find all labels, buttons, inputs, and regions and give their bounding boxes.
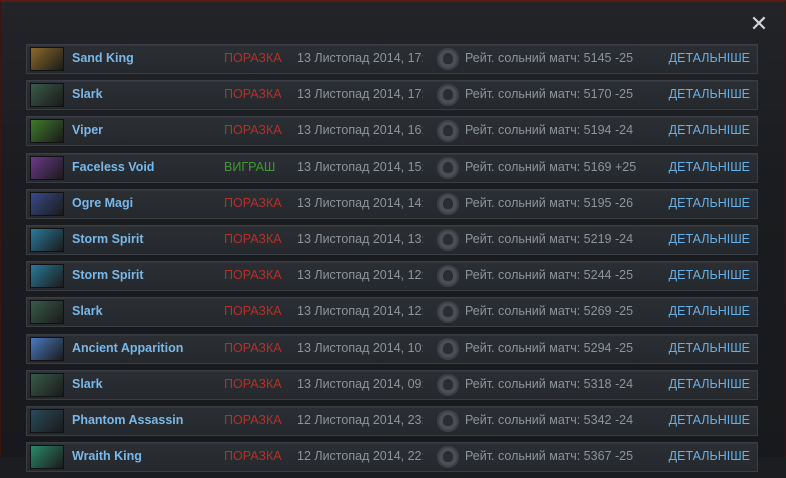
details-link[interactable]: ДЕТАЛЬНІШЕ (669, 341, 750, 355)
game-mode: Рейт. сольний матч: 5318 -24 (465, 376, 634, 391)
game-mode-icon (437, 337, 459, 360)
match-row[interactable]: Slark ПОРАЗКА 13 Листопад 2014, 12:11 Рейт.… (26, 297, 758, 328)
game-mode: Рейт. сольний матч: 5145 -25 (465, 51, 634, 65)
game-mode-icon (437, 84, 459, 107)
match-date: 13 Листопад 2014, 14:48 (297, 195, 423, 210)
hero-portrait (30, 300, 64, 325)
match-date: 13 Листопад 2014, 12:56 (297, 268, 423, 283)
hero-portrait (30, 408, 64, 433)
match-row[interactable]: Slark ПОРАЗКА 13 Листопад 2014, 09:59 Рейт.… (26, 369, 758, 400)
game-mode-icon (437, 48, 459, 70)
details-link[interactable]: ДЕТАЛЬНІШЕ (669, 160, 750, 174)
match-date: 13 Листопад 2014, 09:59 (297, 376, 423, 391)
match-date: 13 Листопад 2014, 10:45 (297, 340, 423, 355)
match-date: 13 Листопад 2014, 17:56 (297, 51, 423, 65)
hero-name[interactable]: Slark (72, 304, 103, 318)
details-link[interactable]: ДЕТАЛЬНІШЕ (669, 304, 750, 318)
hero-name[interactable]: Phantom Assassin (72, 413, 183, 427)
hero-portrait (30, 191, 64, 216)
match-result: ПОРАЗКА (224, 376, 282, 391)
match-history-window: ✕ Sand King ПОРАЗКА 13 Листопад 2014, 17:5… (0, 0, 786, 473)
match-row[interactable]: Viper ПОРАЗКА 13 Листопад 2014, 16:33 Рейт.… (26, 116, 758, 147)
details-link[interactable]: ДЕТАЛЬНІШЕ (669, 268, 750, 282)
game-mode: Рейт. сольний матч: 5367 -25 (465, 449, 634, 464)
match-result: ПОРАЗКА (224, 268, 282, 283)
match-result: ПОРАЗКА (224, 340, 282, 355)
details-link[interactable]: ДЕТАЛЬНІШЕ (669, 232, 750, 246)
game-mode: Рейт. сольний матч: 5294 -25 (465, 340, 634, 355)
match-row[interactable]: Faceless Void ВИГРАШ 13 Листопад 2014, 15:… (26, 152, 758, 183)
game-mode: Рейт. сольний матч: 5244 -25 (465, 268, 634, 283)
match-row[interactable]: Sand King ПОРАЗКА 13 Листопад 2014, 17:56 Р… (26, 44, 758, 74)
match-row[interactable]: Wraith King ПОРАЗКА 12 Листопад 2014, 22:4… (26, 442, 758, 473)
match-row[interactable]: Slark ПОРАЗКА 13 Листопад 2014, 17:28 Рейт.… (26, 80, 758, 111)
game-mode: Рейт. сольний матч: 5169 +25 (465, 159, 637, 174)
game-mode-icon (437, 120, 459, 143)
match-row[interactable]: Ogre Magi ПОРАЗКА 13 Листопад 2014, 14:48 Р… (26, 188, 758, 219)
details-link[interactable]: ДЕТАЛЬНІШЕ (669, 123, 750, 137)
close-icon[interactable]: ✕ (747, 12, 771, 36)
match-row[interactable]: Storm Spirit ПОРАЗКА 13 Листопад 2014, 12:… (26, 261, 758, 292)
details-link[interactable]: ДЕТАЛЬНІШЕ (669, 87, 750, 101)
match-result: ПОРАЗКА (224, 304, 282, 319)
hero-portrait (30, 336, 64, 361)
match-result: ПОРАЗКА (224, 51, 282, 65)
hero-name[interactable]: Slark (72, 87, 103, 101)
match-date: 12 Листопад 2014, 23:54 (297, 412, 423, 427)
hero-portrait (30, 83, 64, 108)
hero-name[interactable]: Ogre Magi (72, 196, 133, 210)
game-mode-icon (437, 446, 459, 469)
game-mode-icon (437, 265, 459, 288)
game-mode: Рейт. сольний матч: 5194 -24 (465, 123, 634, 138)
match-row[interactable]: Ancient Apparition ПОРАЗКА 13 Листопад 201… (26, 333, 758, 364)
match-result: ВИГРАШ (224, 159, 276, 174)
hero-name[interactable]: Storm Spirit (72, 232, 144, 246)
game-mode-icon (437, 409, 459, 432)
match-row[interactable]: Phantom Assassin ПОРАЗКА 12 Листопад 2014,… (26, 405, 758, 436)
game-mode-icon (437, 156, 459, 179)
match-date: 12 Листопад 2014, 22:47 (297, 449, 423, 464)
match-date: 13 Листопад 2014, 13:28 (297, 231, 423, 246)
game-mode-icon (437, 373, 459, 396)
hero-portrait (30, 155, 64, 180)
hero-name[interactable]: Viper (72, 123, 103, 137)
match-date: 13 Листопад 2014, 16:33 (297, 123, 423, 138)
game-mode: Рейт. сольний матч: 5195 -26 (465, 195, 634, 210)
details-link[interactable]: ДЕТАЛЬНІШЕ (669, 196, 750, 210)
match-result: ПОРАЗКА (224, 412, 282, 427)
hero-name[interactable]: Slark (72, 377, 103, 391)
details-link[interactable]: ДЕТАЛЬНІШЕ (669, 413, 750, 427)
game-mode: Рейт. сольний матч: 5219 -24 (465, 231, 634, 246)
details-link[interactable]: ДЕТАЛЬНІШЕ (669, 449, 750, 463)
game-mode-icon (437, 192, 459, 215)
hero-portrait (30, 264, 64, 289)
match-result: ПОРАЗКА (224, 231, 282, 246)
game-mode-icon (437, 301, 459, 324)
match-date: 13 Листопад 2014, 17:28 (297, 87, 423, 102)
match-date: 13 Листопад 2014, 15:20 (297, 159, 423, 174)
match-list: Sand King ПОРАЗКА 13 Листопад 2014, 17:56 Р… (26, 44, 758, 478)
details-link[interactable]: ДЕТАЛЬНІШЕ (669, 377, 750, 391)
match-date: 13 Листопад 2014, 12:11 (297, 304, 423, 319)
hero-name[interactable]: Faceless Void (72, 160, 154, 174)
hero-portrait (30, 47, 64, 71)
hero-portrait (30, 445, 64, 470)
match-result: ПОРАЗКА (224, 195, 282, 210)
hero-name[interactable]: Ancient Apparition (72, 341, 183, 355)
hero-portrait (30, 227, 64, 252)
game-mode: Рейт. сольний матч: 5342 -24 (465, 412, 634, 427)
match-result: ПОРАЗКА (224, 449, 282, 464)
match-result: ПОРАЗКА (224, 87, 282, 102)
game-mode-icon (437, 228, 459, 251)
details-link[interactable]: ДЕТАЛЬНІШЕ (669, 51, 750, 65)
match-result: ПОРАЗКА (224, 123, 282, 138)
hero-name[interactable]: Wraith King (72, 449, 142, 463)
hero-portrait (30, 372, 64, 397)
game-mode: Рейт. сольний матч: 5170 -25 (465, 87, 634, 102)
match-row[interactable]: Storm Spirit ПОРАЗКА 13 Листопад 2014, 13:… (26, 224, 758, 255)
hero-portrait (30, 119, 64, 144)
hero-name[interactable]: Storm Spirit (72, 268, 144, 282)
game-mode: Рейт. сольний матч: 5269 -25 (465, 304, 634, 319)
hero-name[interactable]: Sand King (72, 51, 134, 65)
